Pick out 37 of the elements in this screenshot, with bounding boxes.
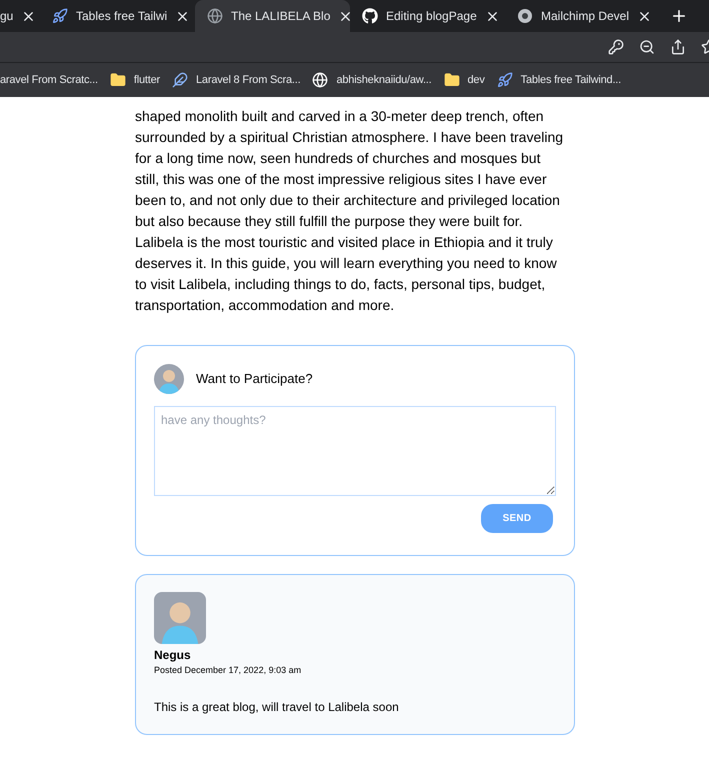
share-icon[interactable] <box>670 39 686 55</box>
browser-tab[interactable]: The LALIBELA Blo <box>195 0 350 32</box>
bookmark[interactable]: Laravel 8 From Scra... <box>172 72 300 88</box>
bookmark[interactable]: abhisheknaiidu/aw... <box>312 72 432 88</box>
key-icon[interactable] <box>608 39 624 55</box>
round-logo-icon <box>517 8 533 24</box>
tab-title: Tables free Tailwi <box>76 8 168 25</box>
browser-tab[interactable]: gu <box>0 0 40 32</box>
new-tab-icon[interactable] <box>670 7 688 25</box>
comment-author: Negus <box>154 647 192 664</box>
tab-title: gu <box>0 8 14 25</box>
github-icon <box>362 8 378 24</box>
bookmark[interactable]: aravel From Scratc... <box>0 72 98 88</box>
bookmark[interactable]: Tables free Tailwind... <box>496 72 622 88</box>
article-text: shaped monolith built and carved in a 30-meter deep trench, often surrounded by a spiritual Christian atmosphere. I have been traveling for a long time now, seen hundreds of churches and mosques but still, this was one of the most impressive religious sites I have ever been to, and not only due to their architecture and privileged location but also because they still fulfill the purpose they were built for. Lalibela is the most touristic and visited place in Ethiopia and it truly deserves it. In this guide, you will learn everything you need to know to visit Lalibela, including things to do, facts, personal tips, budget, transportation, accommodation and more. <box>135 107 564 315</box>
rocket-icon <box>496 72 513 88</box>
tab-title: Editing blogPage <box>386 8 477 25</box>
comment-field[interactable]: have any thoughts? <box>154 406 556 496</box>
zoom-out-icon[interactable] <box>639 39 655 55</box>
feather-icon <box>172 72 188 88</box>
tab-title: Mailchimp Devel <box>541 8 630 25</box>
browser-tab[interactable]: Tables free Tailwi <box>40 0 195 32</box>
bookmark[interactable]: flutter <box>110 72 160 88</box>
rocket-icon <box>52 8 68 24</box>
form-title: Want to Participate? <box>196 370 313 388</box>
browser-tab[interactable]: Mailchimp Devel <box>505 0 660 32</box>
folder-icon <box>444 72 460 88</box>
bookmark[interactable]: dev <box>444 72 485 88</box>
browser-tab[interactable]: Editing blogPage <box>350 0 505 32</box>
comment-text: This is a great blog, will travel to Lalibela soon <box>154 698 400 716</box>
avatar <box>154 364 184 394</box>
comment-date: Posted December 17, 2022, 9:03 am <box>154 664 302 677</box>
globe-icon <box>207 8 223 24</box>
tab-title: The LALIBELA Blo <box>231 8 330 25</box>
avatar <box>154 592 206 644</box>
globe-icon <box>312 72 328 88</box>
folder-icon <box>110 72 126 88</box>
